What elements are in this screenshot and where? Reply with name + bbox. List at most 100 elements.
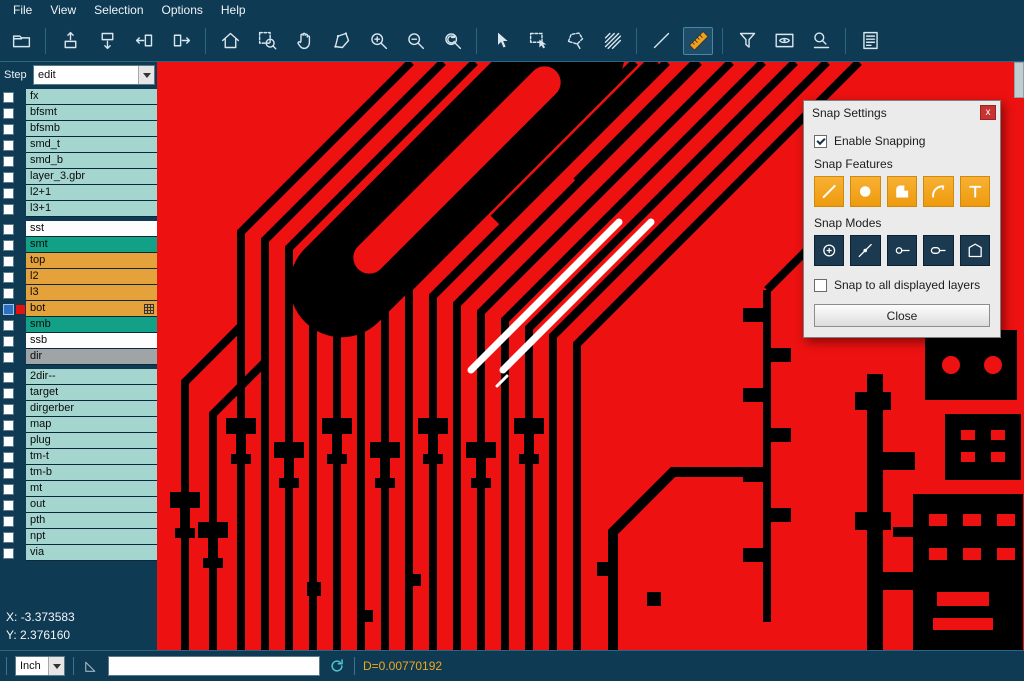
- snap-feature-snap-text[interactable]: [960, 176, 990, 207]
- menu-selection[interactable]: Selection: [85, 1, 152, 19]
- toolbar-button-arrow-up-box[interactable]: [55, 27, 85, 55]
- snap-feature-snap-line[interactable]: [814, 176, 844, 207]
- toolbar-button-select-window[interactable]: [523, 27, 553, 55]
- toolbar-button-view-eye[interactable]: [769, 27, 799, 55]
- menu-view[interactable]: View: [41, 1, 85, 19]
- layer-checkbox-dirgerber[interactable]: [3, 404, 14, 415]
- layer-row-l2+1[interactable]: l2+1: [0, 185, 157, 201]
- toolbar-button-zoom-in[interactable]: [363, 27, 393, 55]
- toolbar-button-line-tool[interactable]: [646, 27, 676, 55]
- layer-row-npt[interactable]: npt: [0, 529, 157, 545]
- toolbar-button-zoom-reset[interactable]: [437, 27, 467, 55]
- layer-row-mt[interactable]: mt: [0, 481, 157, 497]
- toolbar-button-measure-ruler[interactable]: [683, 27, 713, 55]
- layer-row-bfsmb[interactable]: bfsmb: [0, 121, 157, 137]
- toolbar-button-zoom-window[interactable]: [252, 27, 282, 55]
- snap-mode-snap-center[interactable]: [814, 235, 844, 266]
- layer-row-ssb[interactable]: ssb: [0, 333, 157, 349]
- layer-checkbox-l3[interactable]: [3, 288, 14, 299]
- layer-row-plug[interactable]: plug: [0, 433, 157, 449]
- layer-checkbox-via[interactable]: [3, 548, 14, 559]
- layer-checkbox-bot[interactable]: [3, 304, 14, 315]
- layer-checkbox-dir[interactable]: [3, 352, 14, 363]
- measure-input[interactable]: [108, 656, 320, 676]
- layer-row-tm-t[interactable]: tm-t: [0, 449, 157, 465]
- layer-checkbox-tm-b[interactable]: [3, 468, 14, 479]
- layer-checkbox-l3+1[interactable]: [3, 204, 14, 215]
- layer-checkbox-l2+1[interactable]: [3, 188, 14, 199]
- layer-row-top[interactable]: top: [0, 253, 157, 269]
- close-icon[interactable]: x: [980, 105, 996, 120]
- layer-row-target[interactable]: target: [0, 385, 157, 401]
- layer-checkbox-top[interactable]: [3, 256, 14, 267]
- toolbar-button-arrow-left-box[interactable]: [129, 27, 159, 55]
- toolbar-button-report-list[interactable]: [855, 27, 885, 55]
- toolbar-button-zoom-out[interactable]: [400, 27, 430, 55]
- dialog-titlebar[interactable]: Snap Settings x: [804, 101, 1000, 125]
- snap-mode-snap-slot[interactable]: [887, 235, 917, 266]
- layer-checkbox-ssb[interactable]: [3, 336, 14, 347]
- layer-checkbox-out[interactable]: [3, 500, 14, 511]
- layer-row-map[interactable]: map: [0, 417, 157, 433]
- layer-row-l2[interactable]: l2: [0, 269, 157, 285]
- step-select[interactable]: edit: [33, 65, 155, 85]
- layer-checkbox-target[interactable]: [3, 388, 14, 399]
- toolbar-button-select-lasso[interactable]: [560, 27, 590, 55]
- enable-snapping-checkbox[interactable]: [814, 135, 827, 148]
- toolbar-button-pan-hand[interactable]: [289, 27, 319, 55]
- scrollbar-thumb[interactable]: [1014, 62, 1024, 98]
- layer-row-bfsmt[interactable]: bfsmt: [0, 105, 157, 121]
- layer-checkbox-smd_b[interactable]: [3, 156, 14, 167]
- snap-mode-snap-outline[interactable]: [960, 235, 990, 266]
- menu-file[interactable]: File: [4, 1, 41, 19]
- snap-mode-snap-point-on-line[interactable]: [850, 235, 880, 266]
- menu-help[interactable]: Help: [212, 1, 255, 19]
- layer-row-layer_3.gbr[interactable]: layer_3.gbr: [0, 169, 157, 185]
- layer-row-sst[interactable]: sst: [0, 221, 157, 237]
- layer-checkbox-smb[interactable]: [3, 320, 14, 331]
- close-button[interactable]: Close: [814, 304, 990, 327]
- layer-row-out[interactable]: out: [0, 497, 157, 513]
- layer-row-smt[interactable]: smt: [0, 237, 157, 253]
- layer-checkbox-pth[interactable]: [3, 516, 14, 527]
- layer-checkbox-npt[interactable]: [3, 532, 14, 543]
- layer-row-dirgerber[interactable]: dirgerber: [0, 401, 157, 417]
- layer-checkbox-2dir--[interactable]: [3, 372, 14, 383]
- toolbar-button-select-hatch[interactable]: [597, 27, 627, 55]
- angle-icon[interactable]: [82, 657, 100, 675]
- layer-checkbox-bfsmb[interactable]: [3, 124, 14, 135]
- layer-row-smb[interactable]: smb: [0, 317, 157, 333]
- toolbar-button-arrow-right-box[interactable]: [166, 27, 196, 55]
- layer-row-pth[interactable]: pth: [0, 513, 157, 529]
- snap-feature-snap-corner[interactable]: [887, 176, 917, 207]
- toolbar-button-open-folder[interactable]: [6, 27, 36, 55]
- layer-row-l3[interactable]: l3: [0, 285, 157, 301]
- snap-feature-snap-arc[interactable]: [923, 176, 953, 207]
- snap-mode-snap-key[interactable]: [923, 235, 953, 266]
- snap-feature-snap-pad[interactable]: [850, 176, 880, 207]
- toolbar-button-home[interactable]: [215, 27, 245, 55]
- layer-checkbox-tm-t[interactable]: [3, 452, 14, 463]
- toolbar-button-arrow-down-box[interactable]: [92, 27, 122, 55]
- layer-checkbox-mt[interactable]: [3, 484, 14, 495]
- layer-checkbox-bfsmt[interactable]: [3, 108, 14, 119]
- layer-row-via[interactable]: via: [0, 545, 157, 561]
- toolbar-button-draw-polygon[interactable]: [326, 27, 356, 55]
- layer-row-bot[interactable]: bot: [0, 301, 157, 317]
- layer-checkbox-smt[interactable]: [3, 240, 14, 251]
- layer-checkbox-layer_3.gbr[interactable]: [3, 172, 14, 183]
- layer-row-smd_t[interactable]: smd_t: [0, 137, 157, 153]
- layer-checkbox-l2[interactable]: [3, 272, 14, 283]
- menu-options[interactable]: Options: [153, 1, 212, 19]
- grid-icon[interactable]: [144, 304, 154, 314]
- layer-row-dir[interactable]: dir: [0, 349, 157, 365]
- layer-row-fx[interactable]: fx: [0, 89, 157, 105]
- all-layers-checkbox[interactable]: [814, 279, 827, 292]
- layer-checkbox-plug[interactable]: [3, 436, 14, 447]
- toolbar-button-find-in[interactable]: [806, 27, 836, 55]
- layer-row-l3+1[interactable]: l3+1: [0, 201, 157, 217]
- refresh-icon[interactable]: [328, 657, 346, 675]
- chevron-down-icon[interactable]: [48, 657, 64, 675]
- layer-row-2dir--[interactable]: 2dir--: [0, 369, 157, 385]
- layer-checkbox-sst[interactable]: [3, 224, 14, 235]
